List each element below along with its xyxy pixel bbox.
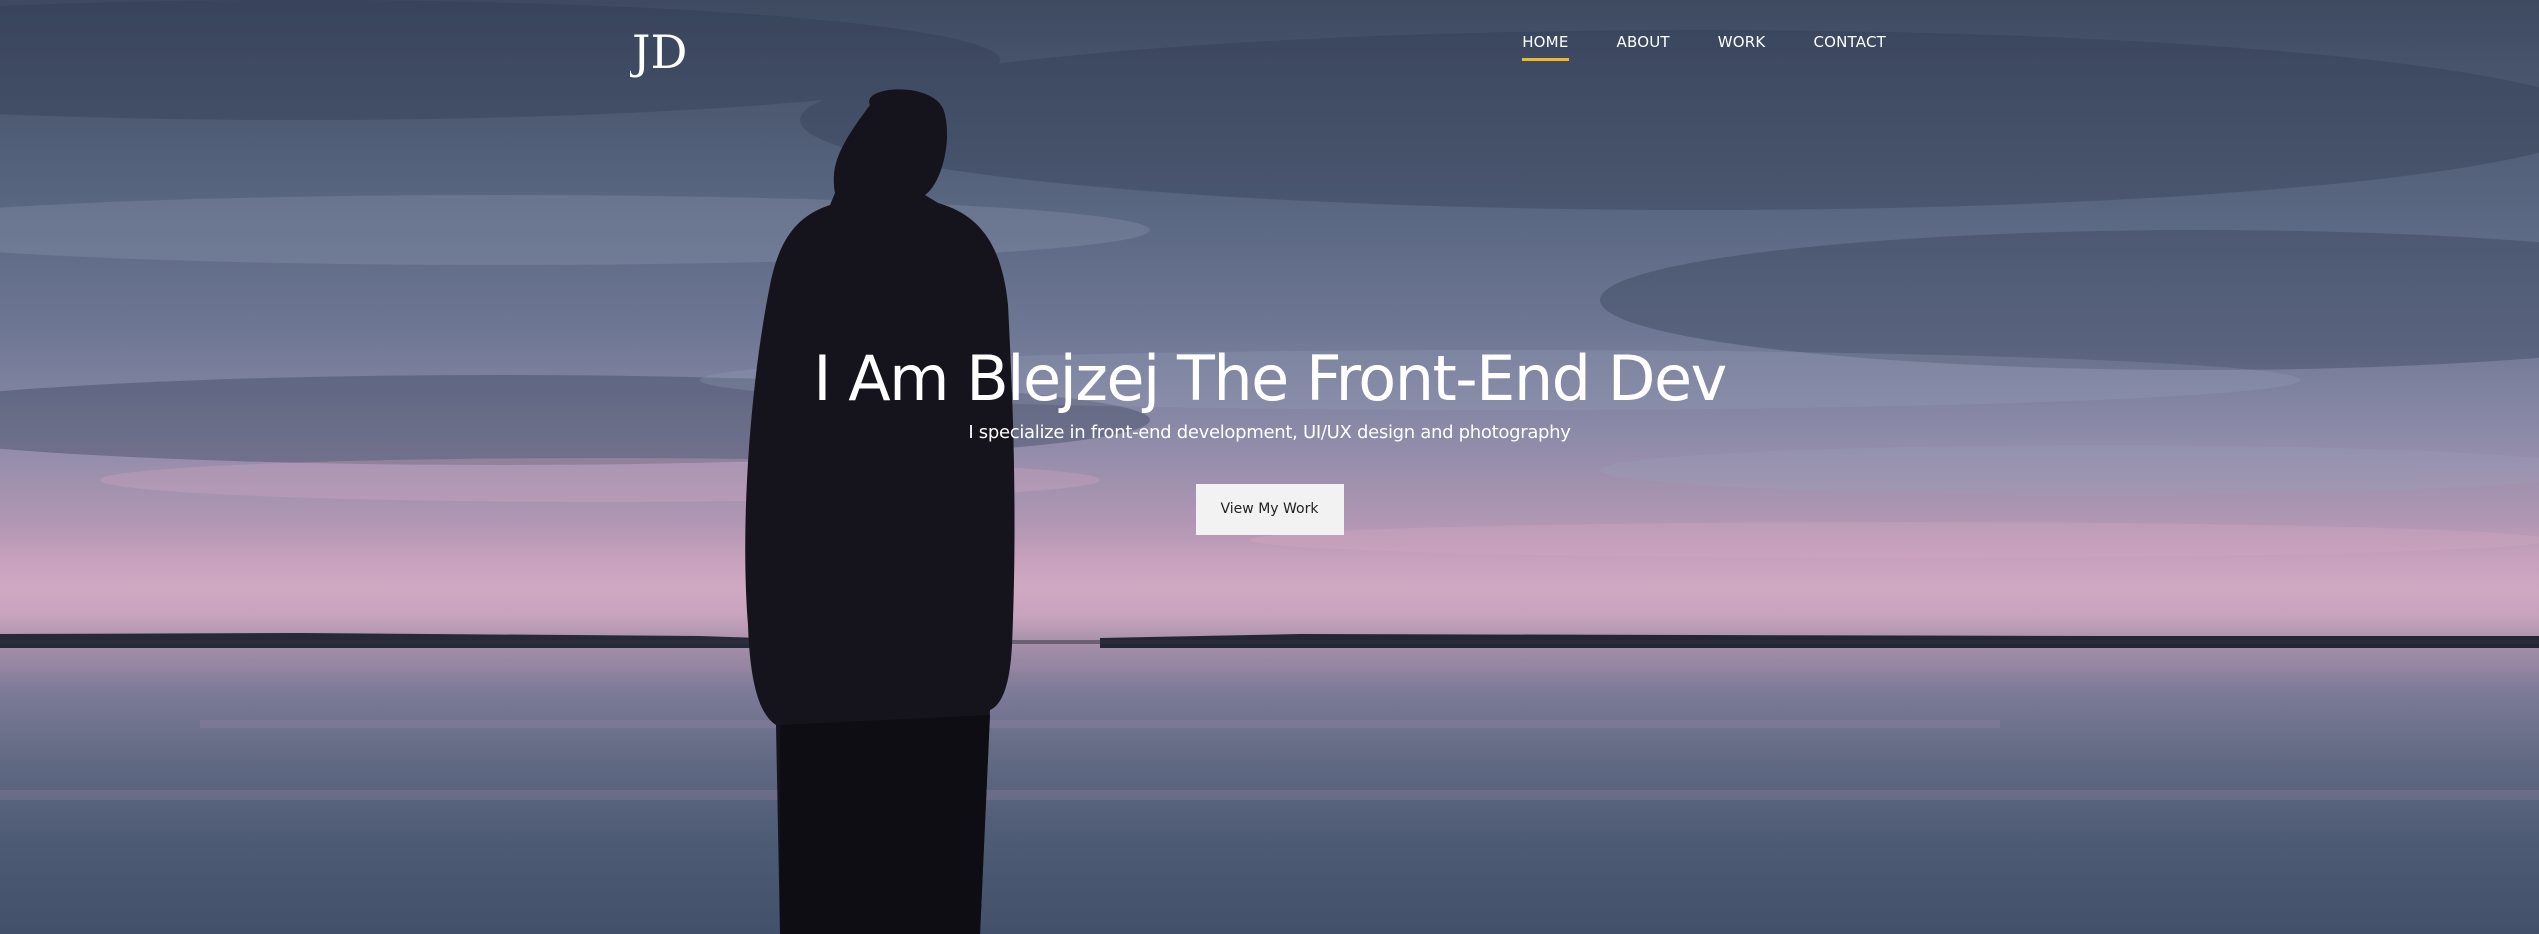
hero-subtitle: I specialize in front-end development, U… xyxy=(968,422,1571,443)
nav-menu: HOME ABOUT WORK CONTACT xyxy=(1522,33,1886,61)
hero-section: JD HOME ABOUT WORK CONTACT I Am Blejzej … xyxy=(0,0,2539,934)
jd-logo-text: JD xyxy=(630,25,687,78)
distant-shoreline xyxy=(0,633,2539,648)
nav-item-about[interactable]: ABOUT xyxy=(1617,33,1670,61)
hero-title: I Am Blejzej The Front-End Dev xyxy=(813,342,1727,415)
top-navigation: JD HOME ABOUT WORK CONTACT xyxy=(0,0,2539,90)
nav-item-home[interactable]: HOME xyxy=(1522,33,1569,61)
hero-content: I Am Blejzej The Front-End Dev I special… xyxy=(0,338,2539,535)
nav-item-work[interactable]: WORK xyxy=(1718,33,1766,61)
jd-logo[interactable]: JD xyxy=(630,22,700,78)
nav-item-contact[interactable]: CONTACT xyxy=(1813,33,1886,61)
view-my-work-button[interactable]: View My Work xyxy=(1195,484,1344,535)
